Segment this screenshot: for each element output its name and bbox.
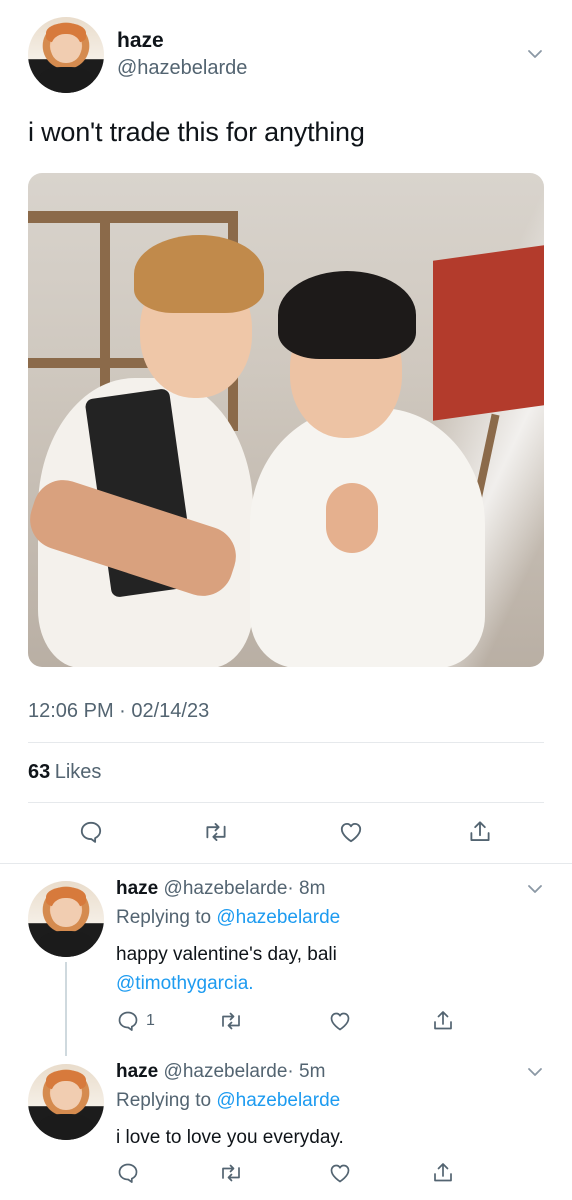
likes-stat[interactable]: 63 Likes — [28, 761, 101, 784]
mention-link[interactable]: @timothygarcia. — [116, 969, 536, 998]
reply-button[interactable] — [116, 1161, 140, 1185]
reply-icon — [118, 1011, 138, 1031]
share-button[interactable] — [467, 818, 493, 846]
tweet-photo[interactable] — [28, 173, 544, 667]
reply-count: 1 — [146, 1012, 155, 1029]
chevron-down-icon[interactable] — [526, 880, 544, 903]
avatar-shirt — [38, 1114, 94, 1140]
chevron-down-icon[interactable] — [526, 45, 544, 68]
photo-person-left-hair — [134, 235, 264, 313]
avatar-face — [50, 1080, 82, 1110]
reply-header: haze @hazebelarde· 8m — [116, 878, 325, 900]
share-icon — [434, 1163, 452, 1182]
share-button[interactable] — [431, 1008, 455, 1034]
reply-header: haze @hazebelarde· 5m — [116, 1061, 325, 1083]
reply-time[interactable]: · 8m — [287, 878, 325, 899]
like-button[interactable] — [327, 1009, 353, 1033]
display-name[interactable]: haze — [116, 878, 158, 899]
reply-body: i love to love you everyday. — [116, 1127, 344, 1148]
likes-label: Likes — [54, 761, 102, 783]
reply-time[interactable]: · 5m — [287, 1061, 325, 1082]
heart-icon — [330, 1164, 350, 1183]
reply-icon — [80, 821, 102, 843]
likes-count: 63 — [28, 761, 51, 783]
retweet-button[interactable] — [218, 1161, 244, 1185]
avatar-face — [50, 33, 82, 63]
thread-line — [65, 962, 67, 1056]
retweet-button[interactable] — [202, 819, 230, 845]
retweet-icon — [206, 823, 226, 841]
divider — [28, 802, 544, 803]
handle[interactable]: @hazebelarde — [164, 878, 288, 899]
share-icon — [434, 1011, 452, 1030]
share-icon — [470, 821, 490, 841]
retweet-button[interactable] — [218, 1009, 244, 1033]
heart-icon — [340, 822, 362, 843]
reply-button[interactable]: 1 — [116, 1009, 155, 1033]
replying-prefix: Replying to — [116, 1090, 212, 1111]
like-button[interactable] — [337, 819, 365, 845]
handle[interactable]: @hazebelarde — [117, 57, 247, 80]
retweet-icon — [222, 1164, 240, 1182]
replying-prefix: Replying to — [116, 907, 212, 928]
divider — [0, 863, 572, 864]
avatar[interactable] — [28, 17, 104, 93]
avatar[interactable] — [28, 881, 104, 957]
replying-to: Replying to @hazebelarde — [116, 1090, 340, 1112]
heart-icon — [330, 1012, 350, 1031]
handle[interactable]: @hazebelarde — [164, 1061, 288, 1082]
like-button[interactable] — [327, 1161, 353, 1185]
avatar[interactable] — [28, 1064, 104, 1140]
chevron-down-icon[interactable] — [526, 1063, 544, 1086]
reply-icon — [118, 1163, 138, 1183]
reply-text: happy valentine's day, bali @timothygarc… — [116, 940, 536, 998]
avatar-face — [50, 897, 82, 927]
display-name[interactable]: haze — [116, 1061, 158, 1082]
photo-red-canvas — [433, 245, 544, 421]
replying-to-link[interactable]: @hazebelarde — [216, 907, 340, 928]
reply-body: happy valentine's day, bali — [116, 944, 337, 965]
photo-person-right-hand — [326, 483, 378, 553]
replying-to: Replying to @hazebelarde — [116, 907, 340, 929]
retweet-icon — [222, 1012, 240, 1030]
divider — [28, 742, 544, 743]
photo-person-right-hair — [278, 271, 416, 359]
tweet-timestamp[interactable]: 12:06 PM · 02/14/23 — [28, 700, 209, 723]
avatar-shirt — [38, 67, 94, 93]
replying-to-link[interactable]: @hazebelarde — [216, 1090, 340, 1111]
reply-button[interactable] — [78, 819, 104, 845]
share-button[interactable] — [431, 1160, 455, 1186]
display-name[interactable]: haze — [117, 29, 164, 53]
photo-easel-top — [28, 211, 238, 223]
tweet-text: i won't trade this for anything — [28, 117, 365, 147]
avatar-shirt — [38, 931, 94, 957]
